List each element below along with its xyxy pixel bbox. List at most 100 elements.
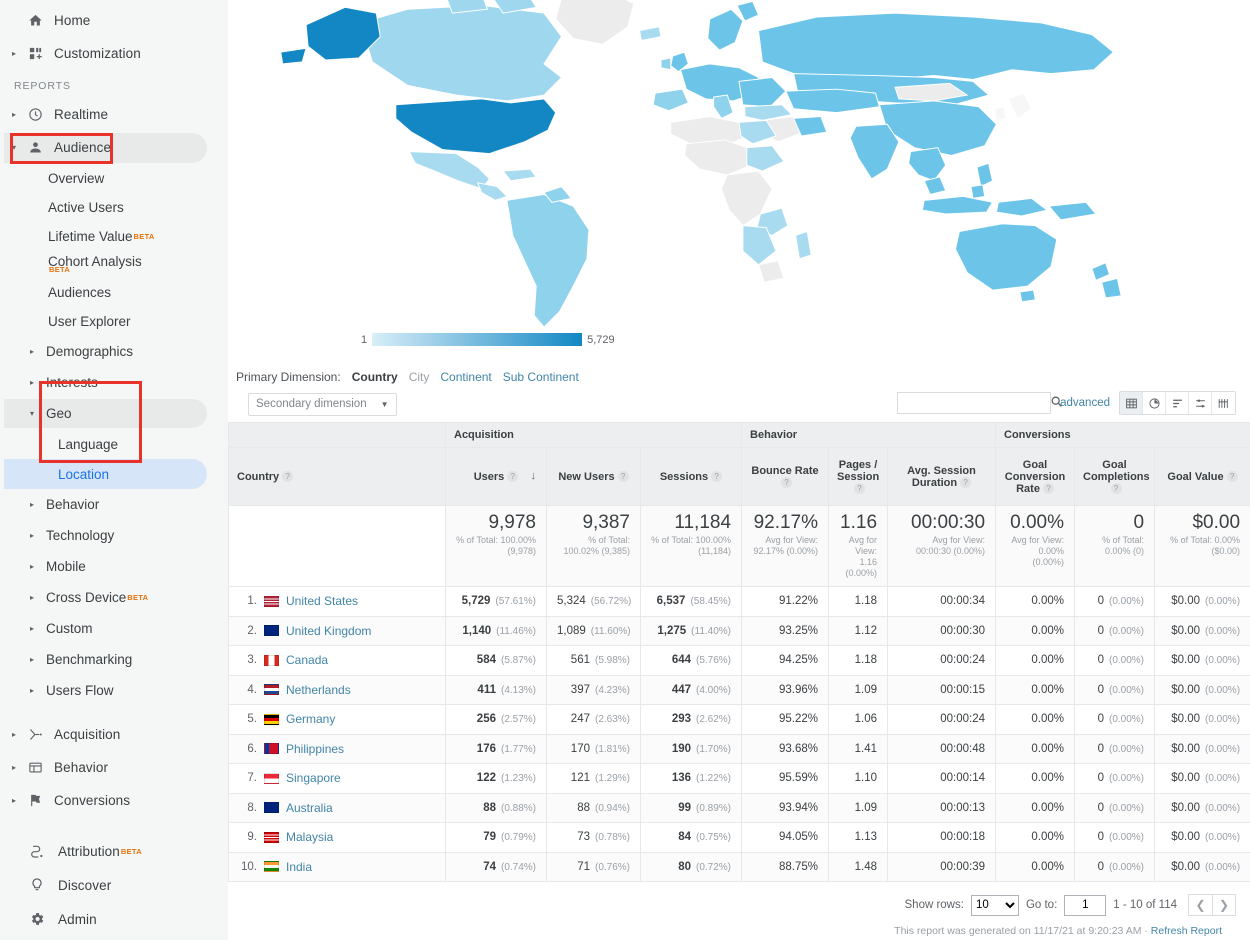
cell-sessions: 447 (4.00%) xyxy=(639,674,743,705)
country-link[interactable]: Canada xyxy=(286,653,328,667)
country-link[interactable]: Australia xyxy=(286,801,333,815)
column-header-pages-per-session[interactable]: Pages / Session? xyxy=(828,447,889,506)
table-row[interactable]: 3. Canada 584 (5.87%) 561 (5.98%) 644 (5.76… xyxy=(228,645,1250,676)
primary-dimension-sub-continent[interactable]: Sub Continent xyxy=(503,370,579,384)
sidebar-item-admin[interactable]: ▸ Admin xyxy=(0,902,228,936)
sidebar-item-conversions[interactable]: ▸ Conversions xyxy=(0,784,228,817)
table-row[interactable]: 9. Malaysia 79 (0.79%) 73 (0.78%) 84 (0.75%… xyxy=(228,822,1250,853)
country-link[interactable]: Philippines xyxy=(286,742,344,756)
advanced-filter-link[interactable]: advanced xyxy=(1060,397,1110,409)
primary-dimension-city[interactable]: City xyxy=(409,370,430,384)
column-header-goal-value[interactable]: Goal Value? xyxy=(1154,447,1250,506)
sidebar-group-interests[interactable]: ▸ Interests xyxy=(0,367,228,398)
table-row[interactable]: 10. India 74 (0.74%) 71 (0.76%) 80 (0.72%) … xyxy=(228,851,1250,882)
sidebar-item-lifetime-value[interactable]: Lifetime Value BETA xyxy=(0,222,228,251)
help-icon[interactable]: ? xyxy=(1110,483,1122,495)
cell-users: 5,729 (57.61%) xyxy=(445,586,547,617)
beta-badge: BETA xyxy=(120,846,142,856)
world-map-svg[interactable] xyxy=(228,0,1250,362)
table-row[interactable]: 7. Singapore 122 (1.23%) 121 (1.29%) 136 (1… xyxy=(228,763,1250,794)
sidebar-item-location[interactable]: Location xyxy=(0,459,228,489)
chevron-right-icon[interactable]: ❯ xyxy=(1212,894,1236,916)
help-icon[interactable]: ? xyxy=(1042,483,1054,495)
sidebar-group-cross-device[interactable]: ▸ Cross Device BETA xyxy=(0,582,228,613)
sidebar-group-custom[interactable]: ▸ Custom xyxy=(0,613,228,644)
country-link[interactable]: United States xyxy=(286,594,358,608)
sidebar-item-home[interactable]: ▸ Home xyxy=(0,4,228,37)
bar-view-icon[interactable] xyxy=(1166,392,1189,414)
sidebar-group-demographics[interactable]: ▸ Demographics xyxy=(0,336,228,367)
help-icon[interactable]: ? xyxy=(781,477,793,489)
column-header-country[interactable]: Country? xyxy=(228,447,446,506)
country-link[interactable]: United Kingdom xyxy=(286,624,371,638)
table-row[interactable]: 5. Germany 256 (2.57%) 247 (2.63%) 293 (2.6… xyxy=(228,704,1250,735)
help-icon[interactable]: ? xyxy=(711,471,723,483)
sidebar-group-technology[interactable]: ▸ Technology xyxy=(0,520,228,551)
comparison-view-icon[interactable] xyxy=(1189,392,1212,414)
sidebar-item-cohort-analysis[interactable]: Cohort Analysis BETA xyxy=(0,251,228,277)
pie-view-icon[interactable] xyxy=(1143,392,1166,414)
primary-dimension-country[interactable]: Country xyxy=(352,370,398,384)
country-link[interactable]: India xyxy=(286,860,312,874)
sidebar-item-overview[interactable]: Overview xyxy=(0,164,228,193)
country-link[interactable]: Singapore xyxy=(286,771,341,785)
column-header-goal-completions[interactable]: Goal Completions? xyxy=(1074,447,1156,506)
column-header-sessions[interactable]: Sessions? xyxy=(639,447,743,506)
table-row[interactable]: 1. United States 5,729 (57.61%) 5,324 (56.… xyxy=(228,586,1250,617)
new-users-value: 247 xyxy=(570,713,590,726)
sort-descending-icon[interactable]: ↓ xyxy=(531,470,537,482)
sidebar-group-geo[interactable]: ▾ Geo xyxy=(0,398,228,429)
new-users-percent: (2.63%) xyxy=(594,714,630,726)
sidebar-item-realtime[interactable]: ▸ Realtime xyxy=(0,98,228,131)
help-icon[interactable]: ? xyxy=(617,471,629,483)
country-link[interactable]: Netherlands xyxy=(286,683,351,697)
table-row[interactable]: 6. Philippines 176 (1.77%) 170 (1.81%) 190… xyxy=(228,733,1250,764)
country-link[interactable]: Malaysia xyxy=(286,830,333,844)
table-view-icon[interactable] xyxy=(1120,392,1143,414)
column-header-new-users[interactable]: New Users? xyxy=(546,447,641,506)
search-box[interactable] xyxy=(897,392,1062,414)
sidebar-item-acquisition[interactable]: ▸ Acquisition xyxy=(0,718,228,751)
cell-avg-session-duration: 00:00:24 xyxy=(887,645,997,676)
goto-page-input[interactable] xyxy=(1064,894,1107,916)
geo-map[interactable]: 1 5,729 xyxy=(228,0,1250,362)
country-link[interactable]: Germany xyxy=(286,712,335,726)
help-icon[interactable]: ? xyxy=(1226,471,1238,483)
pivot-view-icon[interactable] xyxy=(1212,392,1235,414)
flag-icon-ca xyxy=(264,654,279,666)
help-icon[interactable]: ? xyxy=(507,471,519,483)
column-header-users[interactable]: Users? ↓ xyxy=(445,447,547,506)
help-icon[interactable]: ? xyxy=(282,471,294,483)
table-row[interactable]: 2. United Kingdom 1,140 (11.46%) 1,089 (11… xyxy=(228,615,1250,646)
sidebar-group-behavior[interactable]: ▸ Behavior xyxy=(0,489,228,520)
show-rows-select[interactable]: 10255010025050010005000 xyxy=(970,894,1019,916)
column-header-avg-session-duration[interactable]: Avg. Session Duration? xyxy=(887,447,997,506)
primary-dimension-continent[interactable]: Continent xyxy=(440,370,491,384)
table-row[interactable]: 8. Australia 88 (0.88%) 88 (0.94%) 99 (0.89… xyxy=(228,792,1250,823)
chevron-left-icon[interactable]: ❮ xyxy=(1188,894,1212,916)
column-header-goal-conversion-rate[interactable]: Goal Conversion Rate? xyxy=(995,447,1076,506)
column-header-bounce-rate[interactable]: Bounce Rate? xyxy=(741,447,830,506)
sidebar-item-user-explorer[interactable]: User Explorer xyxy=(0,307,228,336)
sidebar-item-users-flow[interactable]: ▸ Users Flow xyxy=(0,675,228,706)
table-row[interactable]: 4. Netherlands 411 (4.13%) 397 (4.23%) 447… xyxy=(228,674,1250,705)
goal-value-percent: (0.00%) xyxy=(1205,861,1241,873)
sidebar-item-active-users[interactable]: Active Users xyxy=(0,193,228,222)
sidebar-item-discover[interactable]: ▸ Discover xyxy=(0,868,228,902)
secondary-dimension-dropdown[interactable]: Secondary dimension ▼ xyxy=(248,392,397,416)
sidebar-group-benchmarking[interactable]: ▸ Benchmarking xyxy=(0,644,228,675)
sidebar-item-audience[interactable]: ▾ Audience xyxy=(0,131,228,164)
new-users-percent: (0.94%) xyxy=(594,802,630,814)
table-toolbar: Secondary dimension ▼ advanced xyxy=(228,384,1250,422)
sidebar-group-mobile[interactable]: ▸ Mobile xyxy=(0,551,228,582)
sidebar-item-customization[interactable]: ▸ Customization xyxy=(0,37,228,70)
help-icon[interactable]: ? xyxy=(960,477,972,489)
new-users-value: 121 xyxy=(570,772,590,785)
help-icon[interactable]: ? xyxy=(854,483,866,495)
refresh-report-link[interactable]: Refresh Report xyxy=(1151,925,1222,937)
sidebar-item-language[interactable]: Language xyxy=(0,429,228,459)
sidebar-item-attribution[interactable]: ▸ Attribution BETA xyxy=(0,834,228,868)
search-input[interactable] xyxy=(904,396,1051,410)
sidebar-item-audiences[interactable]: Audiences xyxy=(0,277,228,307)
sidebar-item-behavior[interactable]: ▸ Behavior xyxy=(0,751,228,784)
